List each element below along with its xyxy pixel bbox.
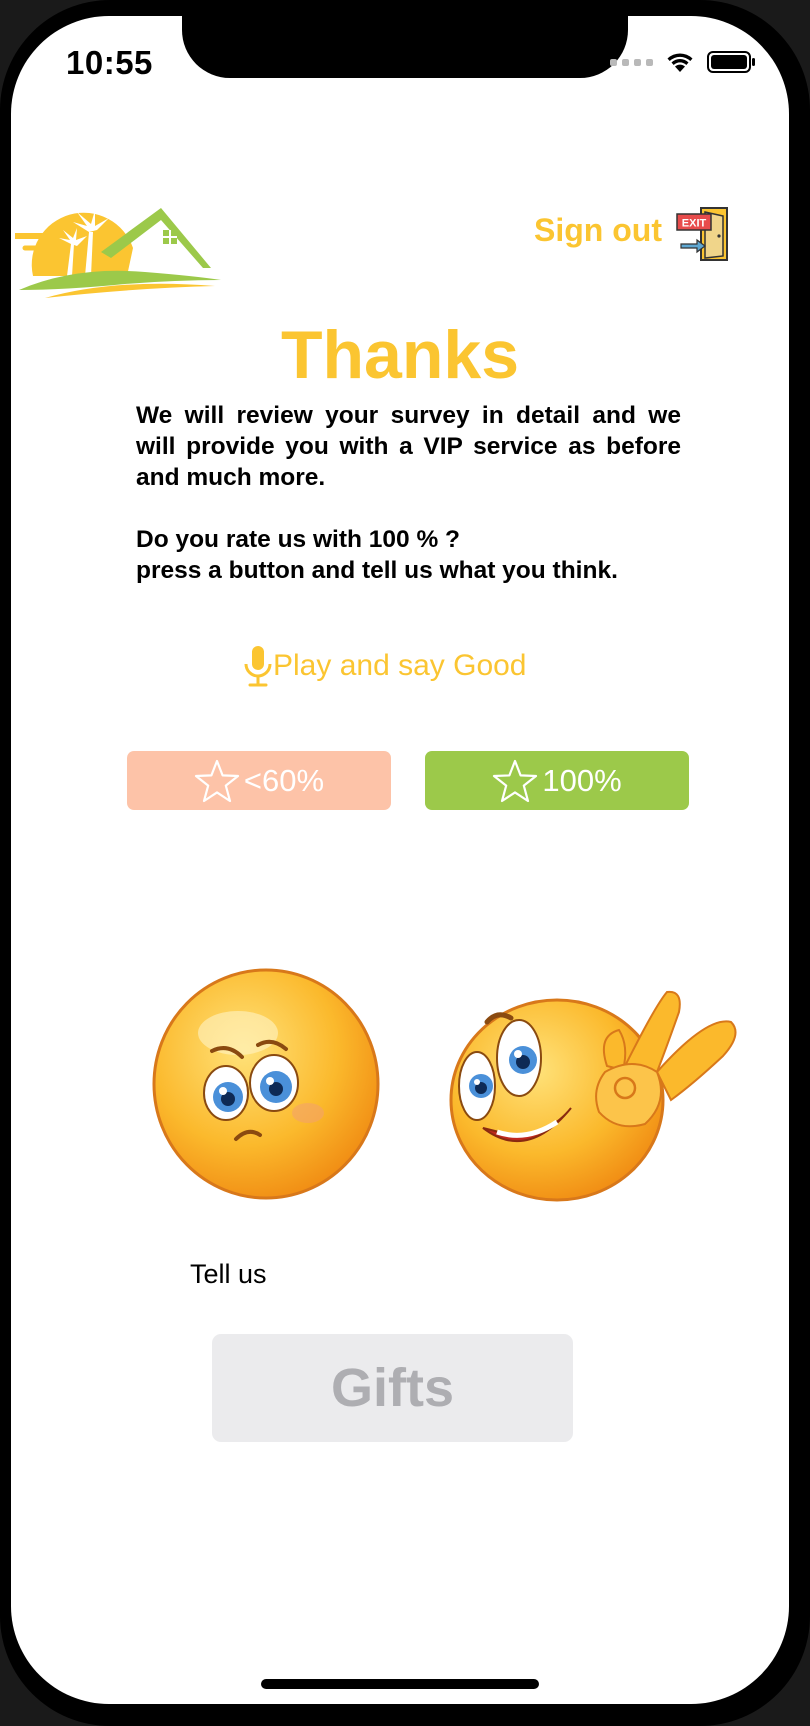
status-time: 10:55 <box>66 44 153 81</box>
gifts-button[interactable]: Gifts <box>212 1334 573 1442</box>
message-review: We will review your survey in detail and… <box>136 402 681 491</box>
sign-out-button[interactable]: Sign out <box>534 212 662 249</box>
resort-logo-icon <box>15 208 221 298</box>
device-frame: 10:55 Sign out EXIT Thanks We will revie… <box>0 0 810 1726</box>
sad-emoji-icon[interactable] <box>148 963 384 1205</box>
rate-100-button[interactable]: 100% <box>425 751 689 810</box>
rate-high-label: 100% <box>542 762 622 798</box>
tell-us-label[interactable]: Tell us <box>190 1259 267 1290</box>
battery-icon <box>707 51 755 73</box>
cellular-signal-icon <box>610 58 653 66</box>
microphone-icon <box>244 646 272 687</box>
thanks-message: We will review your survey in detail and… <box>136 400 681 586</box>
wifi-icon <box>667 53 693 72</box>
rate-below-60-button[interactable]: <60% <box>127 751 391 810</box>
play-audio-button[interactable]: Play and say Good <box>243 644 527 688</box>
rate-low-label: <60% <box>243 762 325 798</box>
app-screen: 10:55 Sign out EXIT Thanks We will revie… <box>11 16 789 1704</box>
happy-ok-emoji-icon[interactable] <box>447 976 759 1208</box>
status-icons <box>610 50 757 74</box>
exit-door-icon[interactable]: EXIT <box>675 206 731 264</box>
home-indicator[interactable] <box>261 1679 539 1689</box>
page-title: Thanks <box>280 317 520 393</box>
exit-sign-text: EXIT <box>682 218 707 230</box>
message-question: Do you rate us with 100 % ? <box>136 526 461 553</box>
message-instruction: press a button and tell us what you thin… <box>136 557 618 584</box>
play-label: Play and say Good <box>273 649 527 682</box>
star-outline-icon <box>493 759 538 802</box>
device-notch <box>182 16 628 78</box>
star-outline-icon <box>194 759 240 802</box>
